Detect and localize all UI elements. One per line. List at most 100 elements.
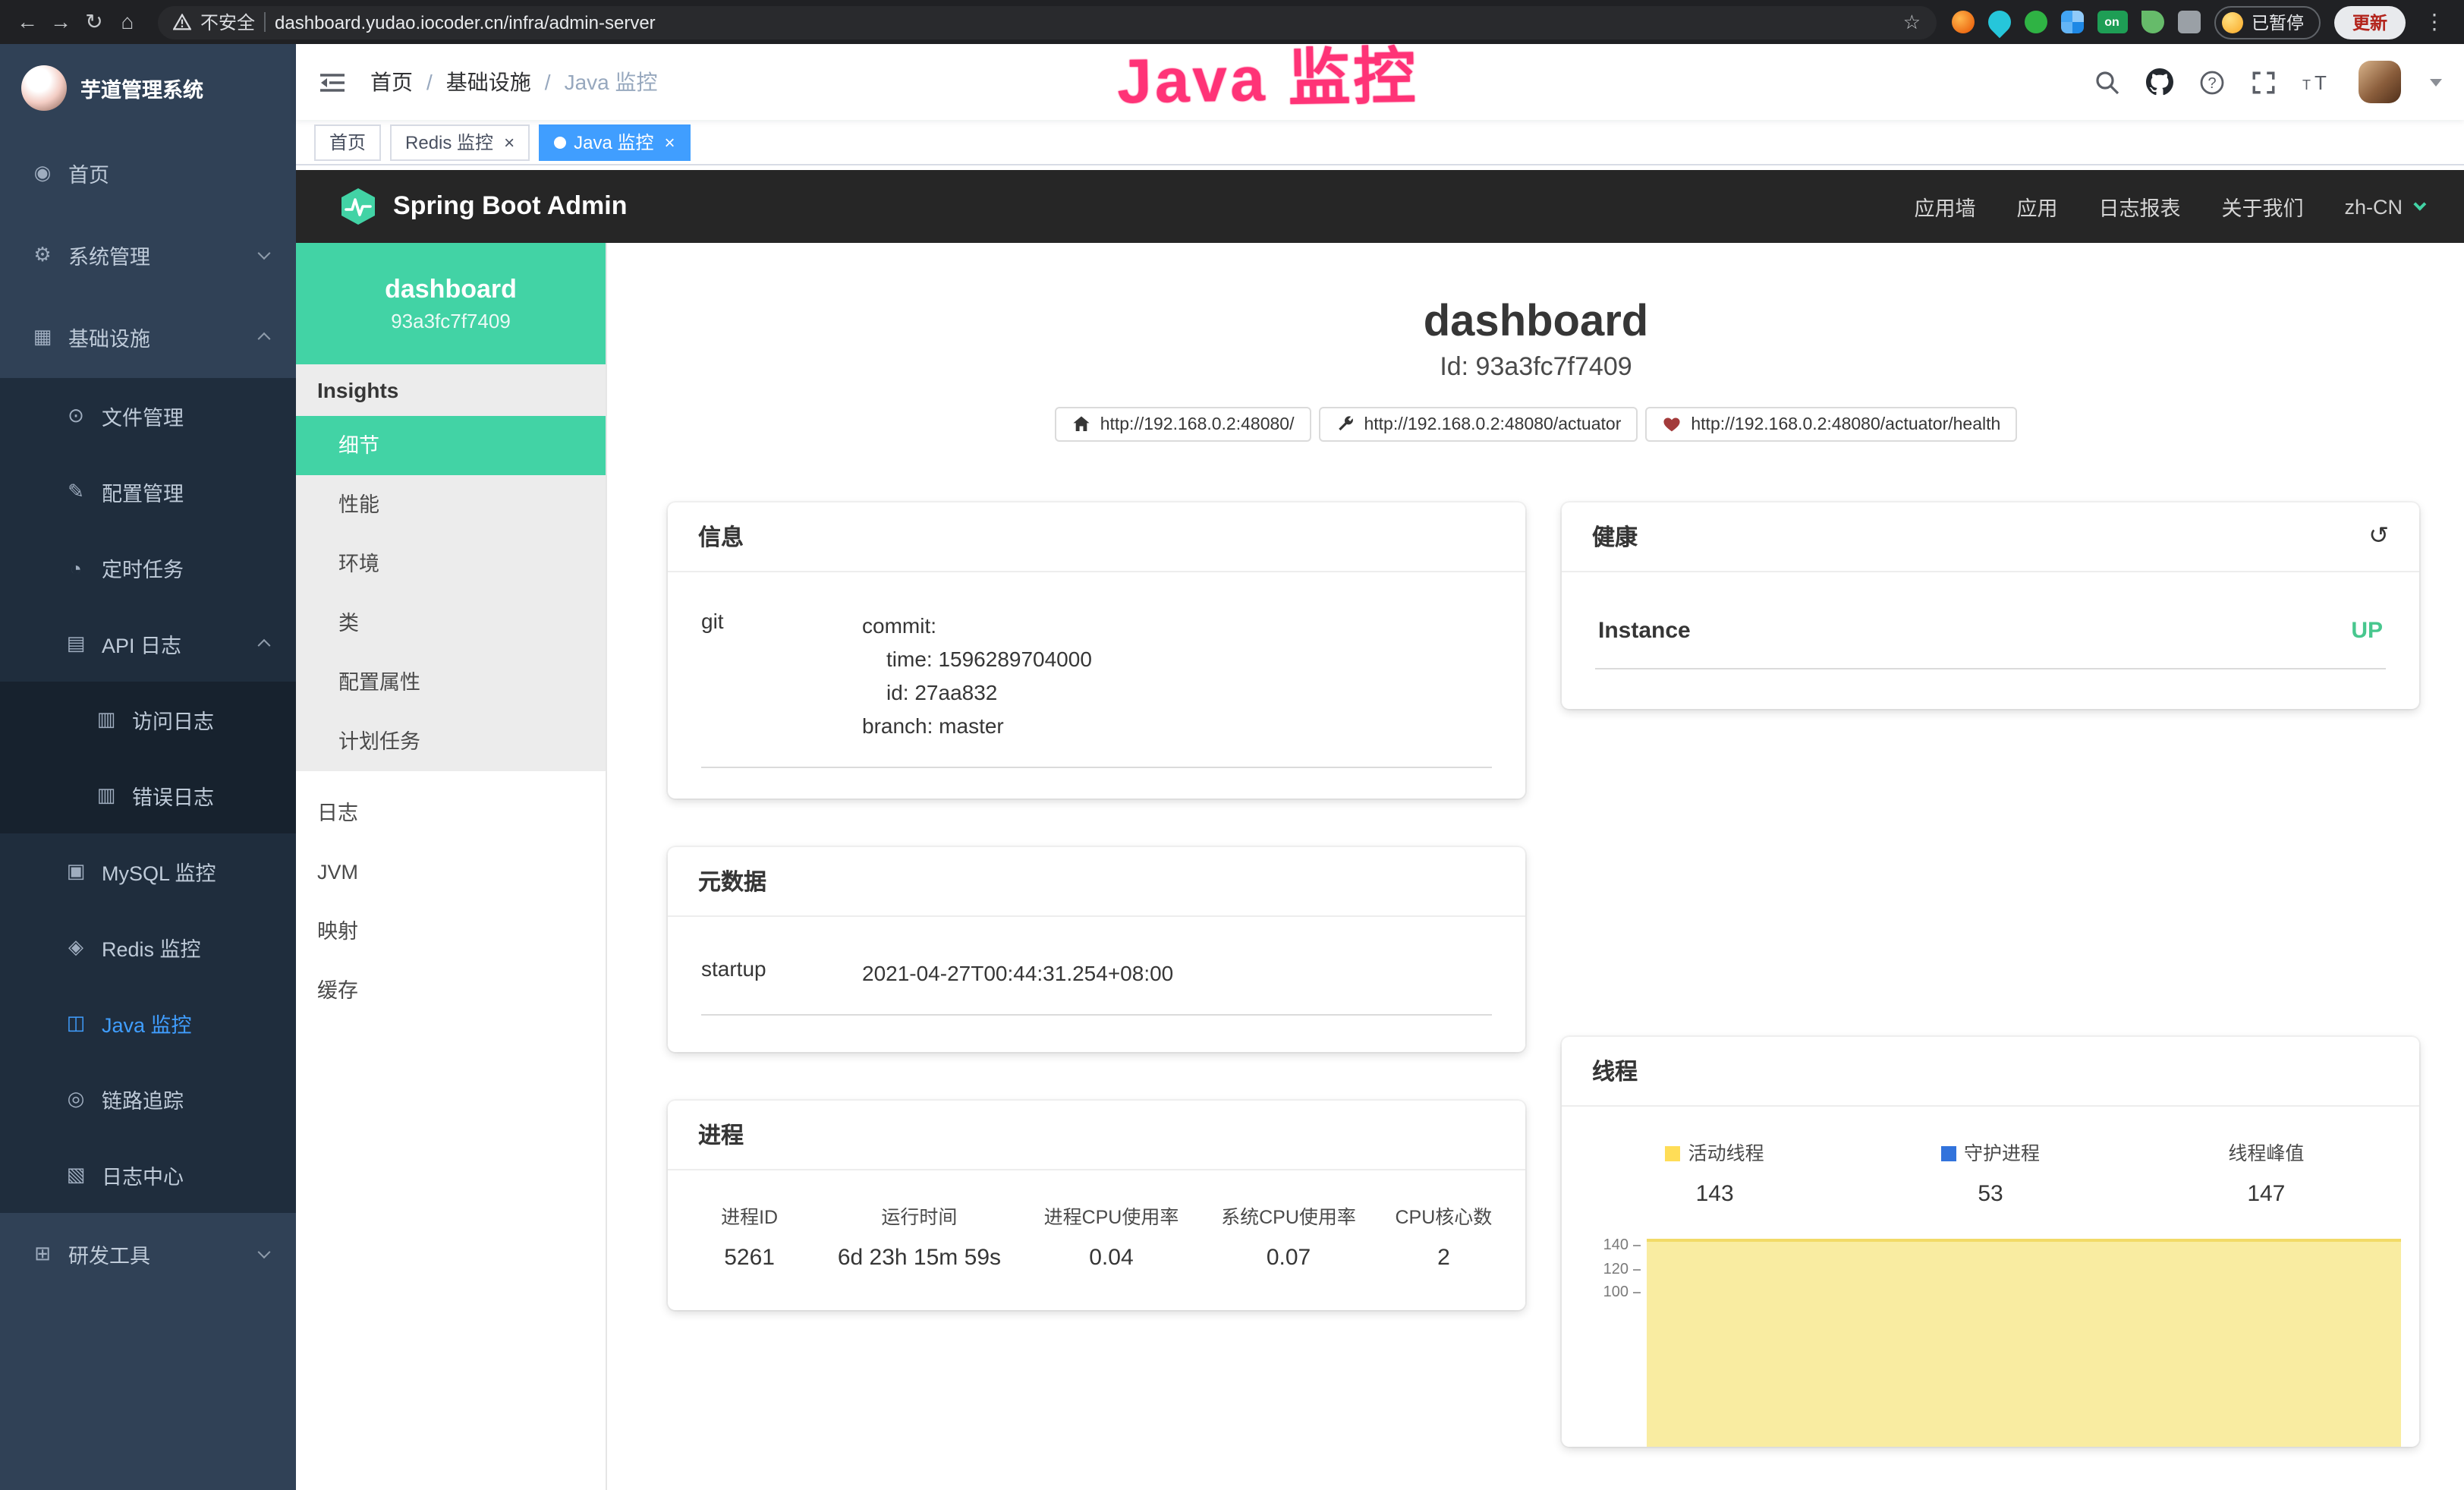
sidebar-item-api-logs[interactable]: ▤ API 日志 <box>0 606 296 682</box>
sba-nav-journal[interactable]: 日志报表 <box>2098 191 2180 222</box>
sba-item-mappings[interactable]: 映射 <box>296 902 606 961</box>
sba-logo-icon <box>338 187 378 226</box>
actuator-url-link[interactable]: http://192.168.0.2:48080/actuator <box>1318 407 1638 442</box>
breadcrumb-section[interactable]: 基础设施 <box>446 67 531 97</box>
sba-nav-applications[interactable]: 应用 <box>2016 191 2057 222</box>
threads-card: 线程 活动线程 守护进程 线程峰值 143 53 <box>1562 1037 2419 1447</box>
sba-item-jvm[interactable]: JVM <box>296 843 606 902</box>
extension-icon-7[interactable] <box>2177 11 2200 33</box>
extension-icon-4[interactable] <box>2060 11 2083 33</box>
tab-java-monitor[interactable]: Java 监控 × <box>539 124 690 160</box>
sba-brand[interactable]: Spring Boot Admin <box>338 187 628 226</box>
sba-root-items: 日志 JVM 映射 缓存 <box>296 783 606 1020</box>
process-values: 5261 6d 23h 15m 59s 0.04 0.07 2 <box>683 1230 1510 1271</box>
service-url-link[interactable]: http://192.168.0.2:48080/ <box>1055 407 1311 442</box>
extension-on-icon[interactable]: on <box>2097 11 2127 33</box>
spring-boot-admin: Spring Boot Admin 应用墙 应用 日志报表 关于我们 zh-CN <box>296 170 2464 1490</box>
search-icon[interactable] <box>2094 69 2120 95</box>
sidebar-item-scheduled-tasks[interactable]: ◔ 定时任务 <box>0 530 296 606</box>
sba-nav-about[interactable]: 关于我们 <box>2221 191 2303 222</box>
health-instance-row[interactable]: Instance UP <box>1595 603 2386 669</box>
sidebar-item-tracing[interactable]: ◎ 链路追踪 <box>0 1061 296 1137</box>
back-icon[interactable]: ← <box>12 0 42 44</box>
sidebar-item-home[interactable]: ◉ 首页 <box>0 132 296 214</box>
emoji-face-icon <box>2221 11 2242 33</box>
browser-update-button[interactable]: 更新 <box>2334 5 2406 39</box>
chart-plot-area <box>1647 1234 2401 1447</box>
font-size-icon[interactable]: TT <box>2302 70 2333 94</box>
tab-home[interactable]: 首页 <box>314 124 381 160</box>
threads-card-title: 线程 <box>1562 1037 2419 1107</box>
metadata-card-title: 元数据 <box>668 847 1525 917</box>
address-bar[interactable]: 不安全 dashboard.yudao.iocoder.cn/infra/adm… <box>158 5 1936 39</box>
sidebar-item-mysql-monitor[interactable]: ▣ MySQL 监控 <box>0 833 296 909</box>
browser-menu-icon[interactable]: ⋮ <box>2419 0 2450 44</box>
home-icon[interactable]: ⌂ <box>112 0 143 44</box>
warning-icon <box>173 14 191 30</box>
chart-y-axis: 140 120 100 <box>1577 1234 1647 1447</box>
annotation-java-monitor: Java 监控 <box>1116 25 1419 121</box>
sidebar-item-redis-monitor[interactable]: ◈ Redis 监控 <box>0 909 296 985</box>
security-label: 不安全 <box>200 9 255 35</box>
sidebar-item-dev-tools[interactable]: ⊞ 研发工具 <box>0 1213 296 1295</box>
access-log-icon: ▥ <box>94 707 118 732</box>
paused-extension-badge[interactable]: 已暂停 <box>2214 5 2321 39</box>
sidebar-item-log-center[interactable]: ▧ 日志中心 <box>0 1137 296 1213</box>
sidebar-item-config-management[interactable]: ✎ 配置管理 <box>0 454 296 530</box>
breadcrumb-home[interactable]: 首页 <box>370 67 413 97</box>
close-icon[interactable]: × <box>504 131 515 153</box>
sba-item-scheduled-tasks[interactable]: 计划任务 <box>296 712 606 771</box>
cards-grid: 信息 git commit: time: 1596289704000 id: 2… <box>668 502 2419 1490</box>
screenshot: ← → ↻ ⌂ 不安全 dashboard.yudao.iocoder.cn/i… <box>0 0 2464 1490</box>
sba-navbar: Spring Boot Admin 应用墙 应用 日志报表 关于我们 zh-CN <box>296 170 2464 243</box>
sba-item-details[interactable]: 细节 <box>296 416 606 475</box>
sidebar-item-access-logs[interactable]: ▥ 访问日志 <box>0 682 296 758</box>
navbar-tools: ? TT <box>2094 61 2442 103</box>
fullscreen-icon[interactable] <box>2251 69 2277 95</box>
instance-links: http://192.168.0.2:48080/ http://192.168… <box>607 407 2464 442</box>
tab-redis-monitor[interactable]: Redis 监控 × <box>390 124 530 160</box>
reload-icon[interactable]: ↻ <box>79 0 109 44</box>
log-center-icon: ▧ <box>64 1163 88 1187</box>
history-icon[interactable]: ↺ <box>2368 524 2389 549</box>
sidebar-item-file-management[interactable]: ⊙ 文件管理 <box>0 378 296 454</box>
sidebar-item-error-logs[interactable]: ▥ 错误日志 <box>0 758 296 833</box>
sba-nav-wallboard[interactable]: 应用墙 <box>1914 191 1975 222</box>
sidebar-item-system-management[interactable]: ⚙ 系统管理 <box>0 214 296 296</box>
file-management-icon: ⊙ <box>64 404 88 428</box>
home-icon <box>1072 414 1091 434</box>
sba-item-config-props[interactable]: 配置属性 <box>296 653 606 712</box>
hamburger-icon[interactable] <box>319 71 346 93</box>
sba-item-logs[interactable]: 日志 <box>296 783 606 843</box>
github-icon[interactable] <box>2146 68 2173 96</box>
health-url-link[interactable]: http://192.168.0.2:48080/actuator/health <box>1645 407 2017 442</box>
avatar-caret-icon[interactable] <box>2430 78 2442 86</box>
sba-item-metrics[interactable]: 性能 <box>296 475 606 534</box>
process-card: 进程 进程ID 运行时间 进程CPU使用率 系统CPU使用率 CPU核心数 <box>668 1101 1525 1310</box>
user-avatar[interactable] <box>2359 61 2401 103</box>
info-card: 信息 git commit: time: 1596289704000 id: 2… <box>668 502 1525 799</box>
extension-icon-1[interactable] <box>1951 11 1974 33</box>
sba-item-environment[interactable]: 环境 <box>296 534 606 594</box>
logo-area[interactable]: 芋道管理系统 <box>0 44 296 132</box>
tracing-icon: ◎ <box>64 1087 88 1111</box>
extension-icon-6[interactable] <box>2141 11 2163 33</box>
sidebar-item-java-monitor[interactable]: ◫ Java 监控 <box>0 985 296 1061</box>
extension-icon-2[interactable] <box>1983 6 2015 38</box>
sba-item-caches[interactable]: 缓存 <box>296 961 606 1020</box>
java-monitor-icon: ◫ <box>64 1011 88 1035</box>
help-icon[interactable]: ? <box>2199 69 2225 95</box>
sidebar-item-infrastructure[interactable]: ▦ 基础设施 <box>0 296 296 378</box>
startup-row: startup 2021-04-27T00:44:31.254+08:00 <box>701 956 1492 1016</box>
svg-text:T: T <box>2302 77 2311 93</box>
forward-icon[interactable]: → <box>46 0 76 44</box>
daemon-threads-legend-icon <box>1941 1146 1956 1161</box>
locale-select[interactable]: zh-CN <box>2344 195 2422 218</box>
mysql-monitor-icon: ▣ <box>64 859 88 884</box>
wrench-icon <box>1335 414 1355 434</box>
instance-header[interactable]: dashboard 93a3fc7f7409 <box>296 243 606 364</box>
sba-item-classes[interactable]: 类 <box>296 594 606 653</box>
bookmark-star-icon[interactable]: ☆ <box>1903 10 1921 34</box>
extension-icon-3[interactable] <box>2024 11 2047 33</box>
close-icon[interactable]: × <box>664 131 675 153</box>
